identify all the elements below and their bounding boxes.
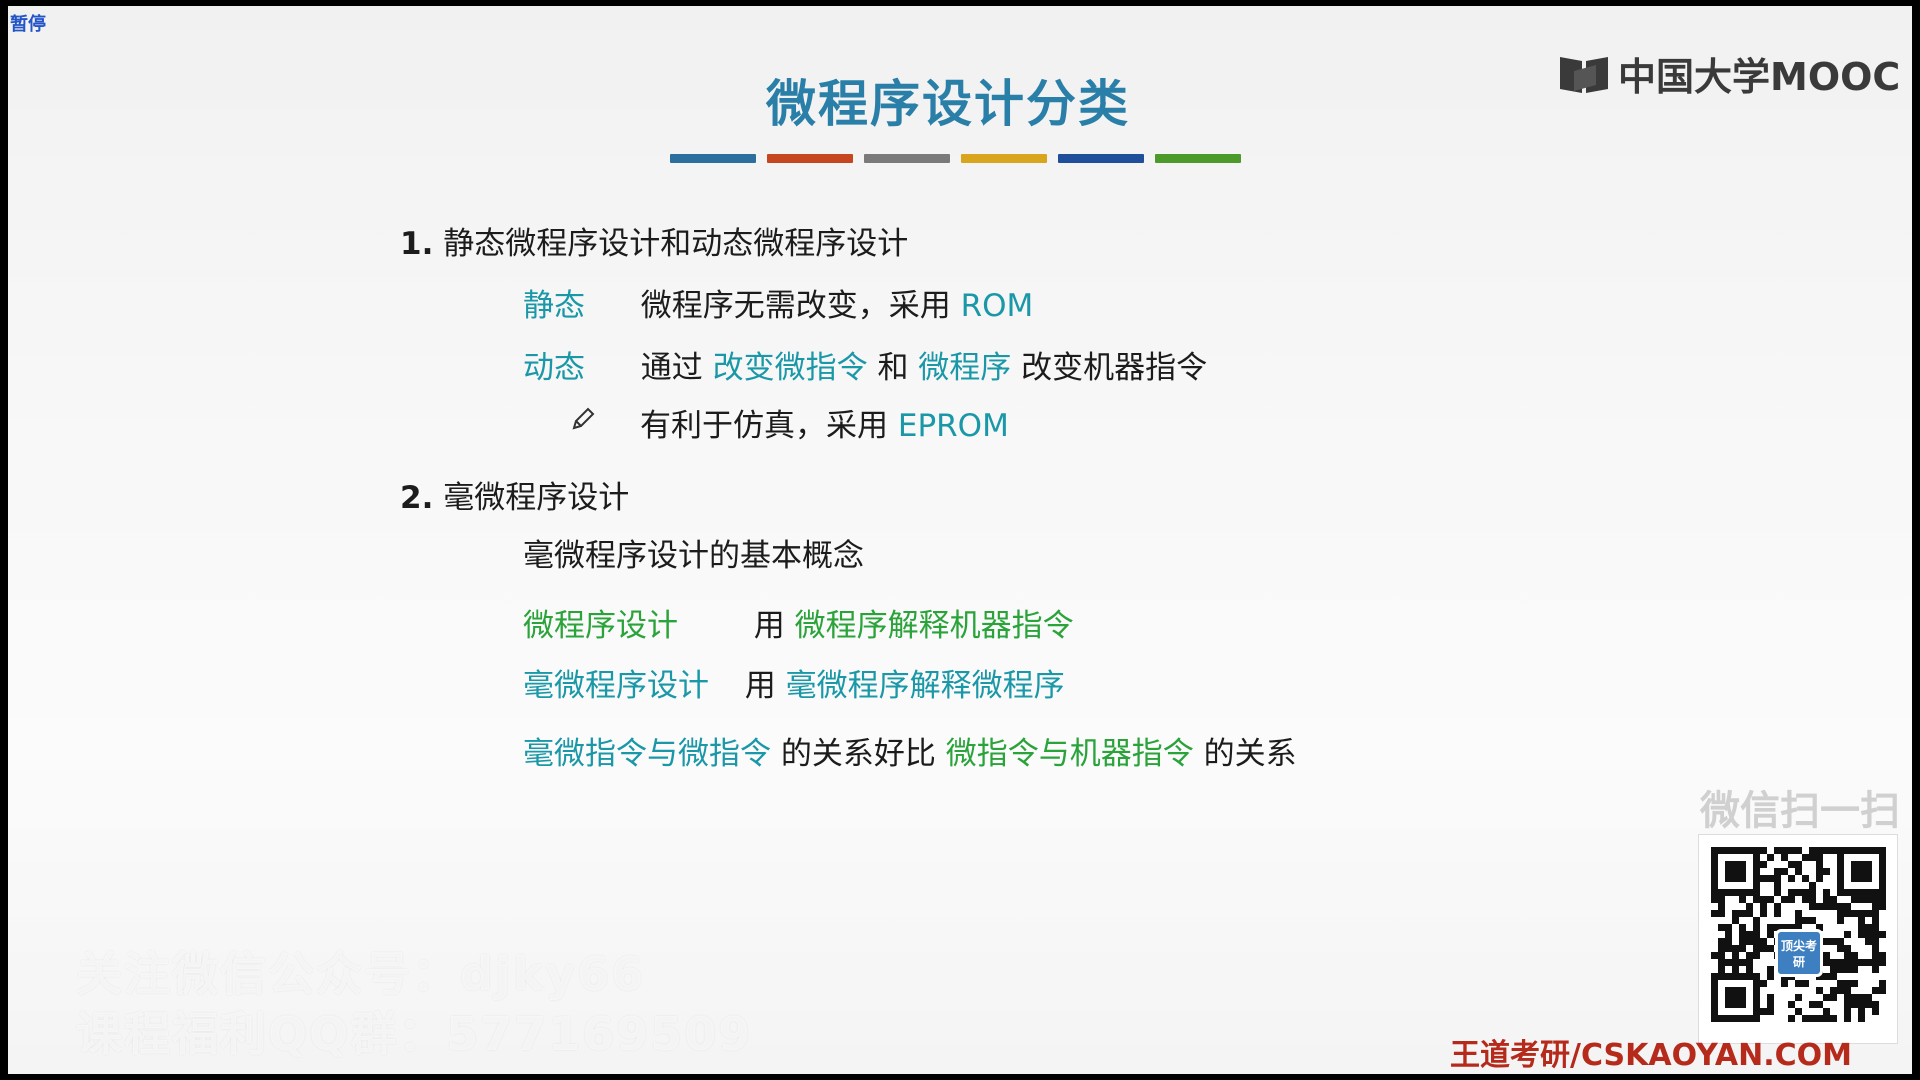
row1-use: 用 — [753, 608, 785, 644]
concept-line: 毫微程序设计的基本概念 — [523, 538, 864, 574]
row2: 毫微程序设计 用 毫微程序解释微程序 — [523, 660, 1065, 705]
pause-status-label[interactable]: 暂停 — [10, 10, 46, 36]
dynamic-change2: 微程序 — [918, 350, 1012, 386]
row3: 毫微指令与微指令 的关系好比 微指令与机器指令 的关系 — [523, 728, 1297, 773]
static-desc: 微程序无需改变，采用 — [640, 288, 951, 324]
dynamic-row: 动态 通过 改变微指令 和 微程序 改变机器指令 — [523, 342, 1207, 387]
watermark-line1: 关注微信公众号：djky66 — [76, 947, 646, 1001]
dynamic-change1: 改变微指令 — [712, 350, 868, 386]
dynamic-label: 动态 — [523, 350, 585, 386]
qr-code[interactable]: 顶尖考研 — [1698, 834, 1898, 1044]
watermark-line2: 课程福利QQ群：577169509 — [76, 1007, 753, 1061]
section1-number: 1. — [400, 226, 434, 262]
row2-desc: 毫微程序解释微程序 — [785, 668, 1065, 704]
slide: 微程序设计分类 中国大学MOOC 1. 静态微程序设计和动态微程序设计 静态 微… — [8, 6, 1912, 1074]
note-text: 有利于仿真，采用 — [640, 408, 888, 444]
slide-content: 1. 静态微程序设计和动态微程序设计 静态 微程序无需改变，采用 ROM 动态 … — [8, 6, 1912, 1074]
row1: 微程序设计 用 微程序解释机器指令 — [523, 600, 1074, 645]
section2-title: 毫微程序设计 — [443, 480, 630, 516]
dynamic-and: 和 — [877, 350, 909, 386]
pencil-icon — [572, 407, 595, 430]
wechat-scan-label: 微信扫一扫 — [1700, 788, 1900, 834]
row2-use: 用 — [744, 668, 776, 704]
note-tech: EPROM — [897, 408, 1009, 444]
brand-text: 王道考研/CSKAOYAN.COM — [1450, 1038, 1852, 1073]
row3-part2: 的关系好比 — [780, 736, 936, 772]
static-row: 静态 微程序无需改变，采用 ROM — [523, 280, 1033, 325]
section1-heading: 1. 静态微程序设计和动态微程序设计 — [400, 218, 908, 263]
dynamic-rest: 改变机器指令 — [1021, 350, 1208, 386]
static-label: 静态 — [523, 288, 585, 324]
section1-title: 静态微程序设计和动态微程序设计 — [443, 226, 909, 262]
row1-desc: 微程序解释机器指令 — [794, 608, 1074, 644]
row3-part4: 的关系 — [1203, 736, 1297, 772]
section2-heading: 2. 毫微程序设计 — [400, 472, 629, 517]
row3-part3: 微指令与机器指令 — [945, 736, 1194, 772]
note-row: 有利于仿真，采用 EPROM — [640, 400, 1009, 445]
row1-label: 微程序设计 — [523, 608, 678, 644]
qr-center-badge: 顶尖考研 — [1775, 929, 1823, 977]
section2-number: 2. — [400, 480, 434, 516]
row2-label: 毫微程序设计 — [523, 668, 709, 704]
dynamic-via: 通过 — [640, 350, 703, 386]
static-tech: ROM — [960, 288, 1034, 324]
row3-part1: 毫微指令与微指令 — [523, 736, 771, 772]
